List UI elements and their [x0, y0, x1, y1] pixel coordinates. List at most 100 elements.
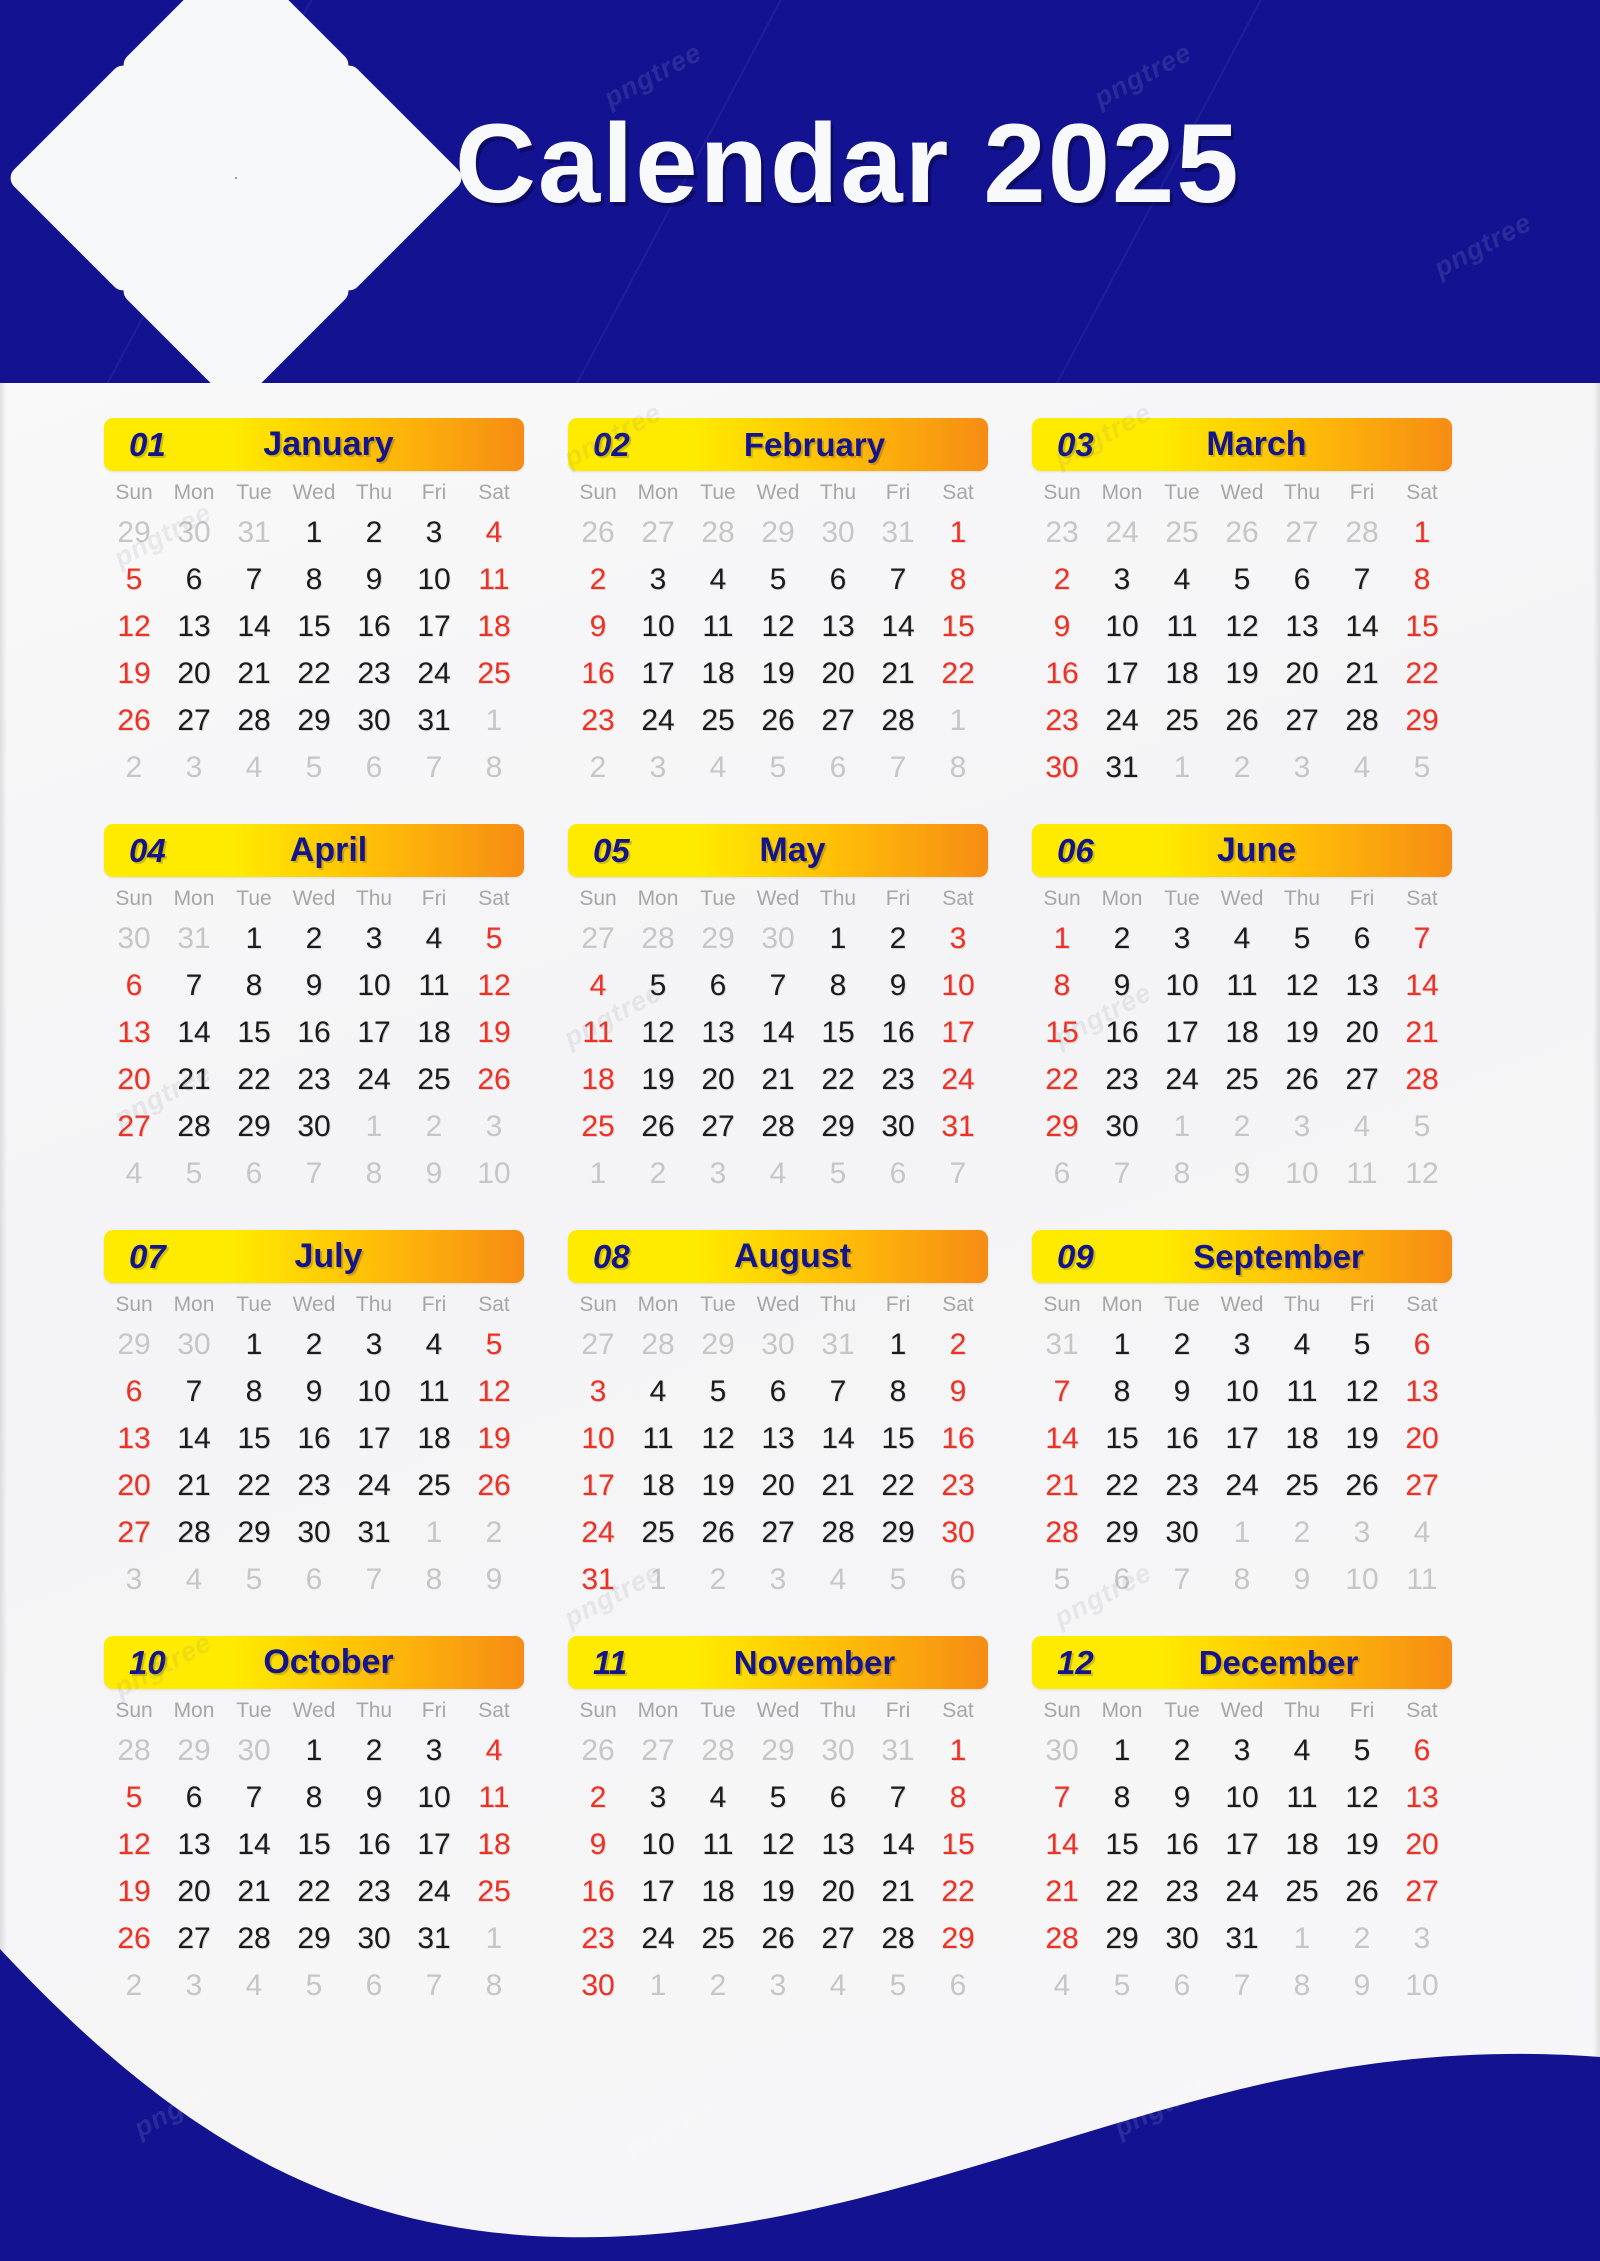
day-cell[interactable]: 11	[464, 556, 524, 603]
day-cell[interactable]: 1	[628, 1556, 688, 1603]
day-cell[interactable]: 6	[928, 1556, 988, 1603]
day-cell[interactable]: 30	[748, 1321, 808, 1368]
day-cell[interactable]: 5	[1332, 1727, 1392, 1774]
day-cell[interactable]: 20	[104, 1462, 164, 1509]
day-cell[interactable]: 5	[1332, 1321, 1392, 1368]
day-cell[interactable]: 3	[404, 509, 464, 556]
day-cell[interactable]: 10	[344, 1368, 404, 1415]
day-cell[interactable]: 20	[164, 1868, 224, 1915]
day-cell[interactable]: 3	[104, 1556, 164, 1603]
day-cell[interactable]: 13	[1392, 1774, 1452, 1821]
day-cell[interactable]: 7	[868, 744, 928, 791]
day-cell[interactable]: 15	[1092, 1821, 1152, 1868]
day-cell[interactable]: 31	[808, 1321, 868, 1368]
day-cell[interactable]: 30	[344, 1915, 404, 1962]
day-cell[interactable]: 15	[808, 1009, 868, 1056]
day-cell[interactable]: 5	[104, 1774, 164, 1821]
day-cell[interactable]: 14	[164, 1415, 224, 1462]
day-cell[interactable]: 3	[344, 1321, 404, 1368]
day-cell[interactable]: 11	[688, 1821, 748, 1868]
day-cell[interactable]: 24	[344, 1056, 404, 1103]
day-cell[interactable]: 9	[1152, 1368, 1212, 1415]
day-cell[interactable]: 22	[1392, 650, 1452, 697]
day-cell[interactable]: 19	[1332, 1415, 1392, 1462]
day-cell[interactable]: 21	[748, 1056, 808, 1103]
day-cell[interactable]: 22	[928, 1868, 988, 1915]
day-cell[interactable]: 4	[464, 1727, 524, 1774]
day-cell[interactable]: 14	[1032, 1821, 1092, 1868]
day-cell[interactable]: 2	[568, 1774, 628, 1821]
day-cell[interactable]: 30	[1092, 1103, 1152, 1150]
day-cell[interactable]: 1	[344, 1103, 404, 1150]
day-cell[interactable]: 27	[1272, 697, 1332, 744]
day-cell[interactable]: 3	[748, 1962, 808, 2009]
day-cell[interactable]: 9	[1332, 1962, 1392, 2009]
day-cell[interactable]: 8	[404, 1556, 464, 1603]
day-cell[interactable]: 10	[1212, 1368, 1272, 1415]
day-cell[interactable]: 23	[284, 1056, 344, 1103]
day-cell[interactable]: 27	[104, 1103, 164, 1150]
day-cell[interactable]: 7	[1032, 1774, 1092, 1821]
day-cell[interactable]: 30	[164, 1321, 224, 1368]
day-cell[interactable]: 3	[1272, 744, 1332, 791]
day-cell[interactable]: 7	[928, 1150, 988, 1197]
day-cell[interactable]: 12	[628, 1009, 688, 1056]
day-cell[interactable]: 11	[628, 1415, 688, 1462]
day-cell[interactable]: 6	[748, 1368, 808, 1415]
day-cell[interactable]: 25	[628, 1509, 688, 1556]
day-cell[interactable]: 5	[224, 1556, 284, 1603]
day-cell[interactable]: 18	[1212, 1009, 1272, 1056]
day-cell[interactable]: 4	[104, 1150, 164, 1197]
day-cell[interactable]: 6	[1092, 1556, 1152, 1603]
day-cell[interactable]: 8	[344, 1150, 404, 1197]
day-cell[interactable]: 17	[1212, 1415, 1272, 1462]
day-cell[interactable]: 8	[1092, 1368, 1152, 1415]
day-cell[interactable]: 22	[1032, 1056, 1092, 1103]
day-cell[interactable]: 31	[568, 1556, 628, 1603]
day-cell[interactable]: 12	[1272, 962, 1332, 1009]
day-cell[interactable]: 26	[1272, 1056, 1332, 1103]
day-cell[interactable]: 30	[748, 915, 808, 962]
day-cell[interactable]: 2	[1092, 915, 1152, 962]
day-cell[interactable]: 22	[1092, 1462, 1152, 1509]
day-cell[interactable]: 28	[164, 1509, 224, 1556]
day-cell[interactable]: 17	[404, 603, 464, 650]
day-cell[interactable]: 24	[1092, 697, 1152, 744]
day-cell[interactable]: 15	[928, 603, 988, 650]
day-cell[interactable]: 21	[164, 1462, 224, 1509]
day-cell[interactable]: 3	[1212, 1727, 1272, 1774]
day-cell[interactable]: 25	[1272, 1462, 1332, 1509]
day-cell[interactable]: 25	[688, 697, 748, 744]
day-cell[interactable]: 30	[808, 1727, 868, 1774]
day-cell[interactable]: 21	[868, 1868, 928, 1915]
day-cell[interactable]: 20	[1332, 1009, 1392, 1056]
day-cell[interactable]: 6	[104, 962, 164, 1009]
day-cell[interactable]: 29	[1032, 1103, 1092, 1150]
day-cell[interactable]: 31	[1092, 744, 1152, 791]
day-cell[interactable]: 24	[1212, 1462, 1272, 1509]
day-cell[interactable]: 22	[808, 1056, 868, 1103]
day-cell[interactable]: 12	[104, 1821, 164, 1868]
day-cell[interactable]: 1	[404, 1509, 464, 1556]
day-cell[interactable]: 12	[1332, 1774, 1392, 1821]
day-cell[interactable]: 8	[464, 1962, 524, 2009]
day-cell[interactable]: 23	[868, 1056, 928, 1103]
day-cell[interactable]: 28	[688, 1727, 748, 1774]
day-cell[interactable]: 24	[568, 1509, 628, 1556]
day-cell[interactable]: 18	[404, 1415, 464, 1462]
day-cell[interactable]: 17	[628, 650, 688, 697]
day-cell[interactable]: 17	[404, 1821, 464, 1868]
day-cell[interactable]: 17	[1092, 650, 1152, 697]
day-cell[interactable]: 7	[1032, 1368, 1092, 1415]
day-cell[interactable]: 25	[464, 650, 524, 697]
day-cell[interactable]: 29	[284, 1915, 344, 1962]
day-cell[interactable]: 15	[284, 603, 344, 650]
day-cell[interactable]: 13	[164, 603, 224, 650]
day-cell[interactable]: 6	[1152, 1962, 1212, 2009]
day-cell[interactable]: 1	[1392, 509, 1452, 556]
day-cell[interactable]: 3	[1392, 1915, 1452, 1962]
day-cell[interactable]: 22	[224, 1462, 284, 1509]
day-cell[interactable]: 1	[928, 697, 988, 744]
day-cell[interactable]: 9	[344, 556, 404, 603]
day-cell[interactable]: 2	[1212, 1103, 1272, 1150]
